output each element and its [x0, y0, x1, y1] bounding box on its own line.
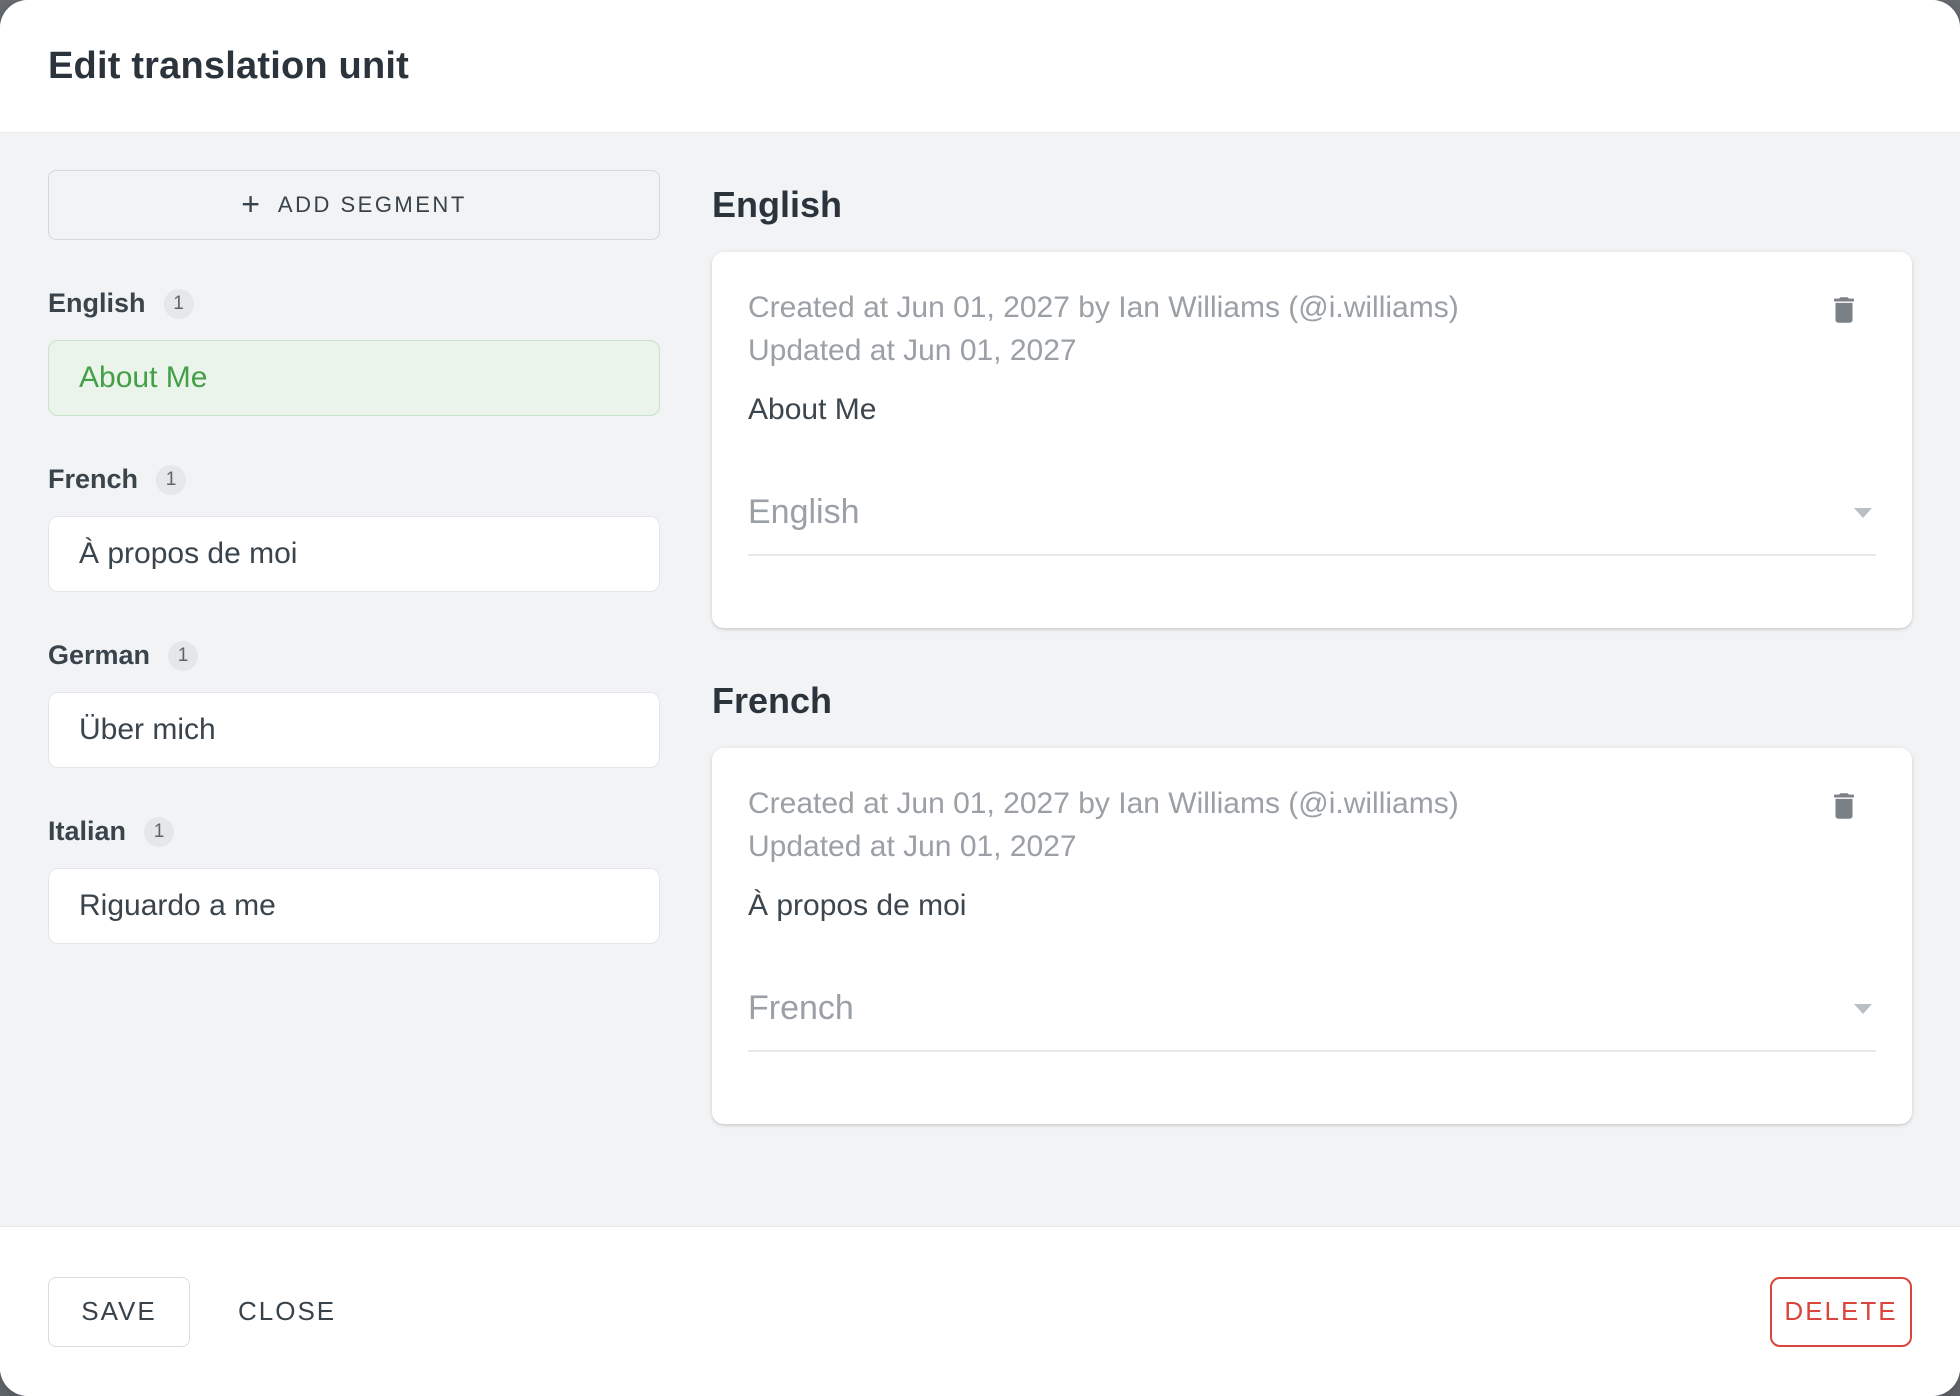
segment-item-german[interactable]: Über mich — [48, 692, 660, 768]
segment-count-badge: 1 — [168, 640, 199, 671]
segment-count-badge: 1 — [144, 816, 175, 847]
segment-text-english: About Me — [748, 393, 877, 426]
add-segment-label: ADD SEGMENT — [277, 192, 467, 217]
card-spacer — [748, 556, 1876, 628]
chevron-down-icon — [1854, 1003, 1872, 1014]
segment-item-italian[interactable]: Riguardo a me — [48, 868, 660, 944]
updated-at-text: Updated at Jun 01, 2027 — [748, 334, 1077, 367]
language-group-german: German 1 Über mich — [48, 640, 660, 768]
language-group-french: French 1 À propos de moi — [48, 464, 660, 592]
delete-segment-button-french[interactable] — [1822, 784, 1866, 828]
section-english: English Created at Jun 01, 2027 by Ian W… — [712, 184, 1912, 628]
dialog-footer: SAVE CLOSE DELETE — [0, 1226, 1960, 1396]
dialog-title: Edit translation unit — [48, 44, 409, 87]
created-at-text: Created at Jun 01, 2027 by Ian Williams … — [748, 787, 1459, 820]
segment-text-french: À propos de moi — [748, 889, 967, 922]
card-spacer — [748, 1052, 1876, 1124]
delete-segment-button-english[interactable] — [1822, 288, 1866, 332]
language-select-value: French — [748, 989, 854, 1027]
section-french: French Created at Jun 01, 2027 by Ian Wi… — [712, 680, 1912, 1124]
created-at-text: Created at Jun 01, 2027 by Ian Williams … — [748, 291, 1459, 324]
trash-icon — [1834, 297, 1854, 323]
segment-detail-panel: English Created at Jun 01, 2027 by Ian W… — [712, 170, 1912, 1226]
dialog-body: + ADD SEGMENT English 1 About Me French … — [0, 133, 1960, 1226]
language-group-italian: Italian 1 Riguardo a me — [48, 816, 660, 944]
close-button[interactable]: CLOSE — [214, 1277, 360, 1347]
plus-icon: + — [241, 186, 260, 222]
section-heading-french: French — [712, 680, 833, 721]
segment-item-english[interactable]: About Me — [48, 340, 660, 416]
segment-item-french[interactable]: À propos de moi — [48, 516, 660, 592]
section-heading-english: English — [712, 184, 843, 225]
delete-button[interactable]: DELETE — [1770, 1276, 1912, 1347]
language-select-french[interactable]: French — [748, 989, 1876, 1052]
language-label-english: English — [48, 288, 146, 318]
chevron-down-icon — [1854, 507, 1872, 518]
language-label-french: French — [48, 464, 139, 494]
language-label-german: German — [48, 640, 151, 670]
save-button[interactable]: SAVE — [48, 1276, 190, 1347]
segment-count-badge: 1 — [156, 464, 187, 495]
trash-icon — [1834, 793, 1854, 819]
segments-sidebar: + ADD SEGMENT English 1 About Me French … — [48, 170, 660, 1226]
segment-card-french: Created at Jun 01, 2027 by Ian Williams … — [712, 748, 1912, 1124]
segment-card-english: Created at Jun 01, 2027 by Ian Williams … — [712, 252, 1912, 628]
segment-count-badge: 1 — [163, 288, 194, 319]
dialog-header: Edit translation unit — [0, 0, 1960, 133]
edit-translation-unit-dialog: Edit translation unit + ADD SEGMENT Engl… — [0, 0, 1960, 1396]
language-group-english: English 1 About Me — [48, 288, 660, 416]
language-select-english[interactable]: English — [748, 493, 1876, 556]
language-select-value: English — [748, 493, 860, 531]
add-segment-button[interactable]: + ADD SEGMENT — [48, 170, 660, 240]
language-label-italian: Italian — [48, 816, 127, 846]
updated-at-text: Updated at Jun 01, 2027 — [748, 830, 1077, 863]
